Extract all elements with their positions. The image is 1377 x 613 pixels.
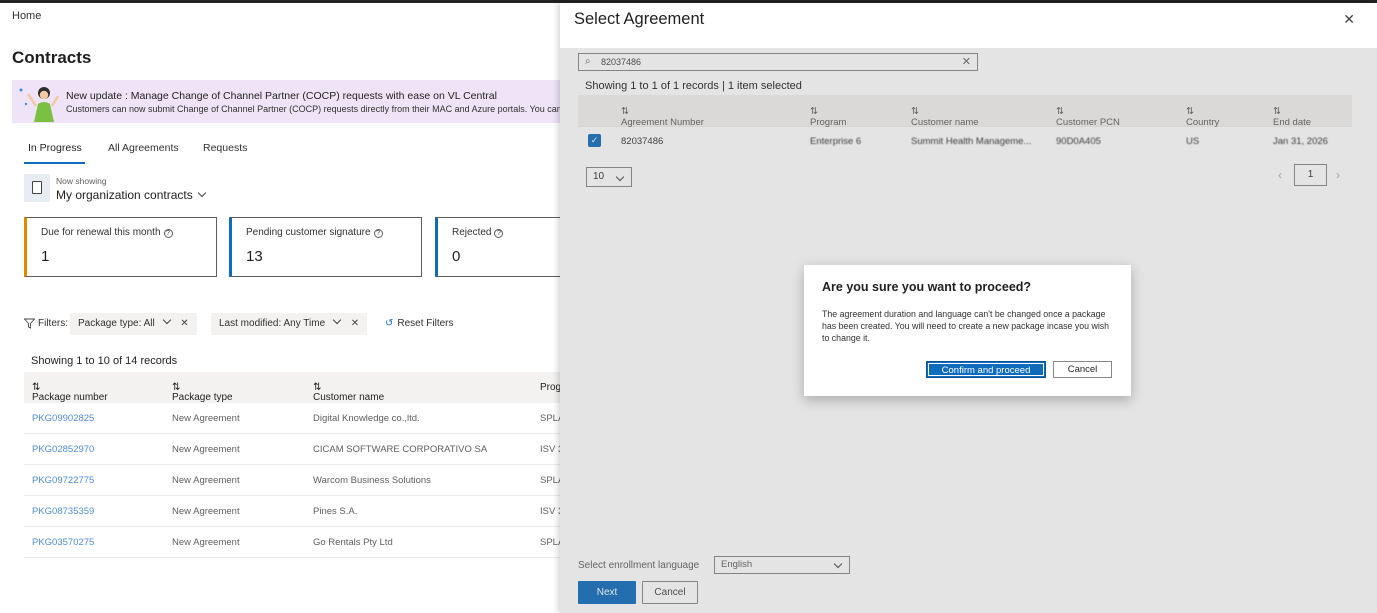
card-rejected[interactable]: Rejected? 0 [435,217,565,277]
breadcrumb-home[interactable]: Home [12,10,41,22]
help-icon[interactable]: ? [494,229,504,238]
card-label: Due for renewal this month [41,227,161,238]
card-due-renewal[interactable]: Due for renewal this month? 1 [24,217,217,277]
col-package-type[interactable]: Package type ⇅ [172,382,233,403]
dialog-cancel-button[interactable]: Cancel [1053,361,1112,378]
close-icon[interactable]: ✕ [1343,11,1355,28]
package-type-label: Package type: [78,318,142,329]
filters-bar: Filters: Package type: All ✕ Last modifi… [24,313,564,335]
banner-title: New update : Manage Change of Channel Pa… [66,90,497,102]
now-showing-label: Now showing [56,176,107,186]
filters-label: Filters: [38,318,68,329]
table-header: Package number ⇅ Package type ⇅ Customer… [24,372,561,403]
card-label: Pending customer signature [246,227,371,238]
help-icon[interactable]: ? [373,229,383,238]
panel-title: Select Agreement [574,10,705,28]
card-value: 1 [41,248,50,265]
last-modified-label: Last modified: Any Time [219,318,326,329]
dialog-title: Are you sure you want to proceed? [822,280,1032,294]
chevron-down-icon [197,188,206,198]
undo-icon: ↺ [385,318,394,329]
packages-table: Package number ⇅ Package type ⇅ Customer… [24,372,564,558]
table-row: PKG09722775 New Agreement Warcom Busines… [24,465,564,496]
card-label: Rejected [452,227,492,238]
tab-all-agreements[interactable]: All Agreements [108,142,179,154]
package-link[interactable]: PKG02852970 [32,444,94,455]
col-program[interactable]: Prog [540,382,561,393]
update-banner: New update : Manage Change of Channel Pa… [12,80,560,123]
reset-filters-button[interactable]: ↺ Reset Filters [385,318,454,329]
active-tab-underline [24,162,85,164]
customer-name-cell: CICAM SOFTWARE CORPORATIVO SA [313,444,488,455]
col-package-number[interactable]: Package number ⇅ [32,382,108,403]
confirm-proceed-button[interactable]: Confirm and proceed [926,361,1046,378]
table-row: PKG03570275 New Agreement Go Rentals Pty… [24,527,564,558]
package-link[interactable]: PKG09902825 [32,413,94,424]
page-title: Contracts [12,48,92,67]
card-value: 13 [246,248,263,265]
customer-name-cell: Pines S.A. [313,506,358,517]
tab-requests[interactable]: Requests [203,142,247,154]
package-type-value: All [143,318,155,329]
dialog-body: The agreement duration and language can'… [822,309,1110,343]
package-type-filter[interactable]: Package type: All ✕ [70,313,197,335]
chevron-down-icon [162,315,171,325]
document-icon-box [24,174,50,202]
now-showing-value: My organization contracts [56,188,193,202]
close-icon[interactable]: ✕ [180,318,188,329]
person-illustration-icon [19,87,60,122]
table-row: PKG09902825 New Agreement Digital Knowle… [24,403,564,434]
package-link[interactable]: PKG03570275 [32,537,94,548]
customer-name-cell: Warcom Business Solutions [313,475,431,486]
package-type-cell: New Agreement [172,537,240,548]
confirm-dialog: Are you sure you want to proceed? The ag… [804,265,1131,396]
package-type-cell: New Agreement [172,413,240,424]
table-row: PKG08735359 New Agreement Pines S.A. ISV… [24,496,563,527]
reset-filters-label: Reset Filters [397,318,454,329]
customer-name-cell: Digital Knowledge co.,ltd. [313,413,420,424]
tab-in-progress[interactable]: In Progress [28,142,82,154]
package-type-cell: New Agreement [172,475,240,486]
table-row: PKG02852970 New Agreement CICAM SOFTWARE… [24,434,563,465]
banner-text: Customers can now submit Change of Chann… [66,104,560,114]
close-icon[interactable]: ✕ [351,318,359,329]
help-icon[interactable]: ? [163,229,173,238]
package-type-cell: New Agreement [172,506,240,517]
filter-icon [24,318,35,329]
card-pending-signature[interactable]: Pending customer signature? 13 [229,217,422,277]
customer-name-cell: Go Rentals Pty Ltd [313,537,393,548]
chevron-down-icon [332,315,342,325]
col-customer-name[interactable]: Customer name ⇅ [313,382,384,403]
package-link[interactable]: PKG09722775 [32,475,94,486]
card-value: 0 [452,248,461,265]
records-count: Showing 1 to 10 of 14 records [31,355,178,367]
now-showing-dropdown[interactable]: My organization contracts [56,188,206,202]
document-icon [32,181,42,194]
last-modified-filter[interactable]: Last modified: Any Time ✕ [211,313,368,335]
package-link[interactable]: PKG08735359 [32,506,94,517]
package-type-cell: New Agreement [172,444,240,455]
